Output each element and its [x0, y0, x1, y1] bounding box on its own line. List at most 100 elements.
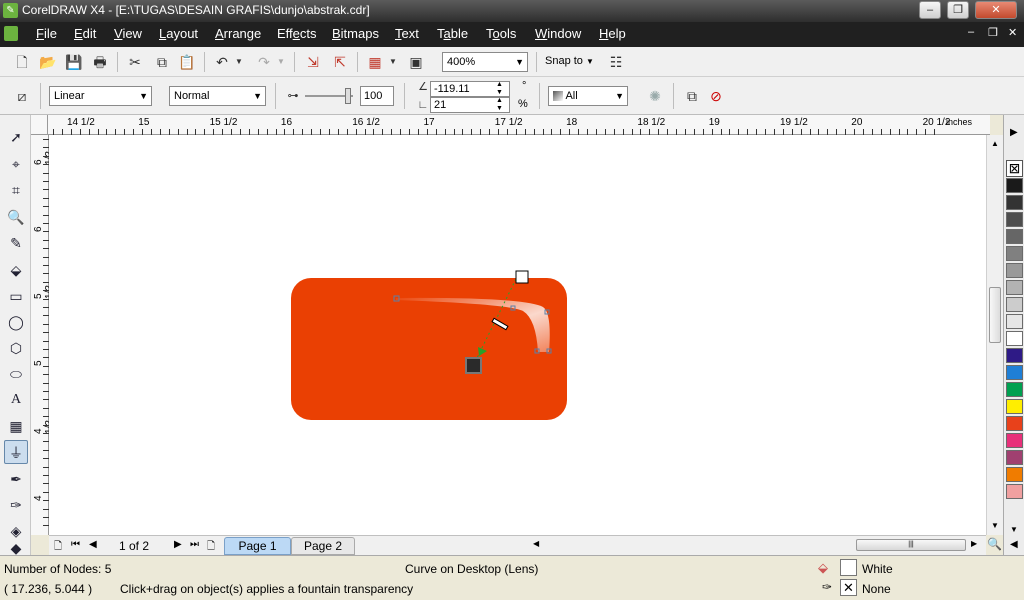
export-icon[interactable]: ⇱	[330, 52, 350, 72]
menu-effects[interactable]: Effects	[277, 26, 317, 41]
palette-swatch[interactable]	[1006, 416, 1023, 431]
application-launcher-icon[interactable]: ▦	[365, 52, 385, 72]
open-folder-icon[interactable]: 📂	[38, 52, 58, 72]
menu-edit[interactable]: Edit	[74, 26, 96, 41]
vertical-scroll-thumb[interactable]	[989, 287, 1001, 343]
next-page-icon[interactable]: ▶	[174, 539, 182, 550]
outline-color-swatch[interactable]: ✕	[840, 579, 857, 596]
apply-target-combo[interactable]: All ▼	[548, 86, 628, 106]
palette-swatch[interactable]	[1006, 314, 1023, 329]
undo-icon[interactable]: ↶	[212, 52, 232, 72]
pick-tool-icon[interactable]: ➚	[4, 125, 28, 149]
palette-swatch[interactable]	[1006, 280, 1023, 295]
palette-swatch[interactable]	[1006, 399, 1023, 414]
new-document-icon[interactable]: 🗋	[12, 52, 32, 72]
transparency-type-combo[interactable]: Linear ▼	[49, 86, 152, 106]
basic-shapes-tool-icon[interactable]: ⬭	[4, 362, 28, 386]
opacity-slider-thumb[interactable]	[345, 88, 351, 104]
page-tab-1[interactable]: Page 1	[224, 537, 291, 555]
smart-fill-tool-icon[interactable]: ⬙	[4, 258, 28, 282]
menu-table[interactable]: Table	[437, 26, 468, 41]
palette-swatch[interactable]	[1006, 348, 1023, 363]
shape-tool-icon[interactable]: ⌖	[4, 152, 28, 176]
merge-mode-combo[interactable]: Normal ▼	[169, 86, 266, 106]
menu-view[interactable]: View	[114, 26, 142, 41]
transparency-tool-icon[interactable]: ⏚	[4, 440, 28, 464]
menu-bitmaps[interactable]: Bitmaps	[332, 26, 379, 41]
polygon-tool-icon[interactable]: ⬡	[4, 336, 28, 360]
zoom-navigator-icon[interactable]: 🔍	[987, 537, 1002, 551]
eyedropper-tool-icon[interactable]: ✒	[4, 467, 28, 491]
palette-expand-icon[interactable]: ◀	[1010, 539, 1018, 550]
zoom-level-combo[interactable]: 400% ▼	[442, 52, 528, 72]
add-page-after-icon[interactable]: 🗋	[207, 539, 215, 556]
drawing-area[interactable]	[49, 135, 986, 535]
page-tab-2[interactable]: Page 2	[291, 537, 355, 555]
copy-transparency-icon[interactable]: ⧉	[682, 86, 702, 106]
menu-help[interactable]: Help	[599, 26, 626, 41]
snap-to-button[interactable]: Snap to ▼	[545, 55, 594, 67]
palette-swatch[interactable]	[1006, 263, 1023, 278]
edge-pad-spin-arrows[interactable]: ▲ ▼	[496, 97, 503, 113]
freeze-transparency-icon[interactable]: ✺	[645, 86, 665, 106]
launcher-dropdown-icon[interactable]: ▼	[388, 52, 398, 72]
scroll-right-icon[interactable]: ▶	[971, 539, 977, 548]
first-page-icon[interactable]: ⏮	[71, 539, 80, 550]
palette-swatch[interactable]	[1006, 229, 1023, 244]
close-button[interactable]: ✕	[975, 1, 1017, 19]
add-page-before-icon[interactable]: 🗋	[54, 539, 62, 556]
maximize-button[interactable]: ❐	[947, 1, 969, 19]
doc-restore-button[interactable]: ❐	[988, 26, 998, 39]
minimize-button[interactable]: –	[919, 1, 941, 19]
palette-scroll-up-icon[interactable]: ▶	[1010, 127, 1018, 138]
transparency-end-handle[interactable]	[465, 357, 482, 374]
outline-pen-icon[interactable]: ✑	[822, 580, 832, 594]
transparency-start-handle[interactable]	[515, 270, 529, 284]
angle-spin-arrows[interactable]: ▲ ▼	[496, 81, 503, 97]
edit-transparency-icon[interactable]: ⧄	[12, 86, 32, 106]
palette-swatch[interactable]	[1006, 484, 1023, 499]
horizontal-scroll-thumb[interactable]: |||	[856, 539, 966, 551]
clear-transparency-icon[interactable]: ⊘	[706, 86, 726, 106]
doc-close-button[interactable]: ✕	[1008, 26, 1017, 39]
previous-page-icon[interactable]: ◀	[89, 539, 97, 550]
ellipse-tool-icon[interactable]: ◯	[4, 310, 28, 334]
palette-swatch[interactable]	[1006, 467, 1023, 482]
palette-swatch[interactable]	[1006, 246, 1023, 261]
copy-icon[interactable]: ⧉	[152, 52, 172, 72]
undo-dropdown-icon[interactable]: ▼	[234, 52, 244, 72]
scroll-left-icon[interactable]: ◀	[533, 539, 539, 548]
menu-file[interactable]: File	[36, 26, 57, 41]
opacity-value-field[interactable]: 100	[360, 86, 394, 106]
horizontal-ruler[interactable]: inches 14 1/2 15 15 1/2 16 16 1/2 17 17 1/2 18 1…	[48, 115, 990, 135]
palette-swatch[interactable]	[1006, 195, 1023, 210]
menu-window[interactable]: Window	[535, 26, 581, 41]
cut-icon[interactable]: ✂	[125, 52, 145, 72]
palette-swatch[interactable]	[1006, 297, 1023, 312]
text-tool-icon[interactable]: A	[4, 388, 28, 412]
welcome-screen-icon[interactable]: ▣	[406, 52, 426, 72]
palette-swatch[interactable]	[1006, 178, 1023, 193]
import-icon[interactable]: ⇲	[303, 52, 323, 72]
vertical-scrollbar[interactable]: ▲ ▼	[986, 135, 1003, 535]
save-icon[interactable]: 💾	[64, 52, 84, 72]
scroll-up-icon[interactable]: ▲	[991, 139, 999, 148]
palette-swatch[interactable]	[1006, 382, 1023, 397]
menu-tools[interactable]: Tools	[486, 26, 516, 41]
print-icon[interactable]: 🖶	[90, 52, 110, 72]
outline-pen-tool-icon[interactable]: ✑	[4, 493, 28, 517]
interactive-fill-tool-icon[interactable]: ◆	[4, 541, 28, 555]
rectangle-tool-icon[interactable]: ▭	[4, 284, 28, 308]
palette-scroll-down-icon[interactable]: ▼	[1010, 525, 1018, 534]
palette-swatch[interactable]	[1006, 212, 1023, 227]
no-color-swatch[interactable]: ⊠	[1006, 160, 1023, 177]
fill-color-swatch[interactable]	[840, 559, 857, 576]
menu-arrange[interactable]: Arrange	[215, 26, 261, 41]
options-checklist-icon[interactable]: ☷	[606, 52, 626, 72]
palette-swatch[interactable]	[1006, 331, 1023, 346]
redo-dropdown-icon[interactable]: ▼	[276, 52, 286, 72]
opacity-slider[interactable]	[305, 88, 353, 104]
drawing-canvas[interactable]	[49, 135, 986, 535]
table-tool-icon[interactable]: ▦	[4, 414, 28, 438]
palette-swatch[interactable]	[1006, 365, 1023, 380]
